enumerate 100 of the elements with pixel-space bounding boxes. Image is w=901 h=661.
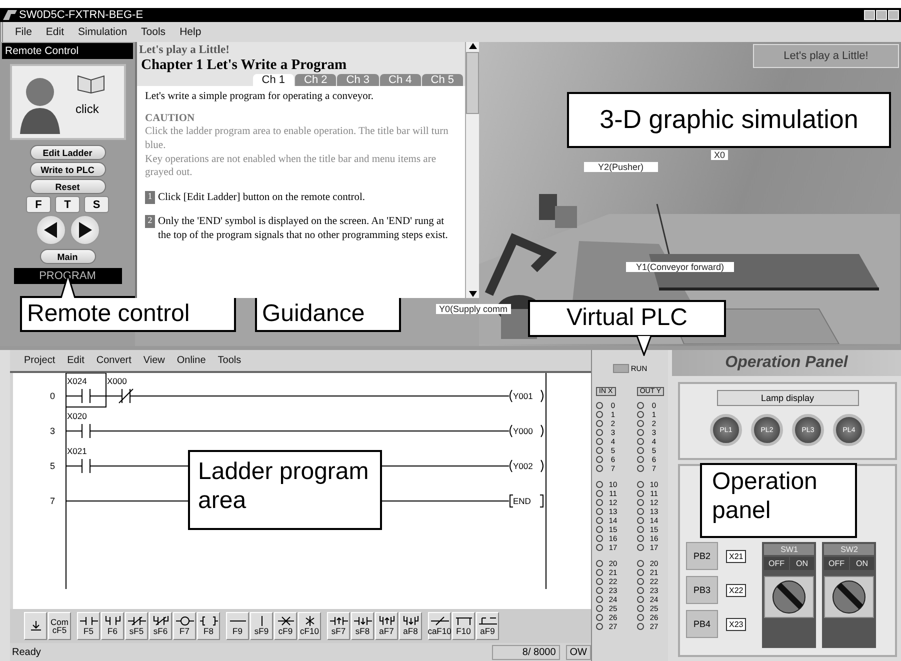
output-led-icon: [637, 447, 644, 454]
toolbar-button[interactable]: caF10: [428, 612, 451, 640]
mode-key[interactable]: F: [26, 196, 51, 213]
menu-item[interactable]: View: [143, 355, 165, 366]
menu-item[interactable]: Simulation: [78, 26, 128, 38]
input-led-icon: [596, 490, 603, 497]
callout-pointer: [636, 336, 652, 356]
menu-item[interactable]: Edit: [46, 26, 64, 38]
output-led-icon: [637, 490, 644, 497]
mode-key[interactable]: S: [84, 196, 109, 213]
output-led-icon: [637, 605, 644, 612]
output-led-icon: [637, 420, 644, 427]
switch-label: SW2: [824, 544, 874, 555]
coil-symbol: [510, 460, 544, 472]
chapter-tab[interactable]: Ch 1: [252, 74, 294, 86]
ladder-symbol-icon[interactable]: [176, 616, 194, 626]
ladder-symbol-icon[interactable]: [402, 616, 420, 626]
menu-item[interactable]: Convert: [96, 355, 132, 366]
ladder-symbol-icon[interactable]: [104, 616, 122, 626]
address-label: X21: [726, 550, 746, 562]
input-led-icon: [596, 429, 603, 436]
toolbar-button[interactable]: sF8: [351, 612, 374, 640]
open-contact-symbol[interactable]: [82, 458, 90, 474]
ladder-symbol-icon[interactable]: [354, 616, 372, 626]
caution-text: Click the ladder program area to enable operation. The title bar will turn blue.: [145, 125, 450, 153]
ladder-symbol-icon[interactable]: [152, 616, 170, 626]
push-button[interactable]: PB4: [686, 610, 718, 638]
run-lamp-icon: [612, 364, 629, 373]
caution-heading: CAUTION: [145, 112, 196, 126]
contact-label: X020: [67, 411, 87, 421]
selector-switch[interactable]: SW1 OFF ON: [762, 542, 816, 648]
guidance-text: Let's write a simple program for operating a conveyor.: [145, 90, 374, 104]
menu-item[interactable]: Project: [24, 355, 56, 366]
toolbar-button[interactable]: F10: [452, 612, 475, 640]
toolbar-button[interactable]: aF7: [375, 612, 398, 640]
address-label: X23: [726, 618, 746, 630]
scroll-down-icon[interactable]: [468, 290, 478, 298]
toolbar-button[interactable]: cF10: [298, 612, 321, 640]
menu-item[interactable]: Online: [176, 355, 206, 366]
push-button[interactable]: PB3: [686, 576, 718, 604]
ladder-symbol-icon[interactable]: [378, 616, 396, 626]
device-label: X0: [711, 150, 728, 160]
remote-button[interactable]: Edit Ladder: [30, 145, 106, 160]
selector-switch[interactable]: SW2 OFF ON: [822, 542, 876, 648]
closed-contact-symbol[interactable]: [118, 388, 134, 404]
toolbar-button[interactable]: [24, 612, 47, 640]
mode-key[interactable]: T: [55, 196, 80, 213]
output-led-icon: [637, 614, 644, 621]
toolbar-button[interactable]: F5: [77, 612, 100, 640]
window-title: SW0D5C-FXTRN-BEG-E: [19, 9, 144, 21]
push-button[interactable]: PB2: [686, 542, 718, 570]
toolbar-button[interactable]: sF6: [149, 612, 172, 640]
output-led-icon: [637, 526, 644, 533]
ladder-symbol-icon[interactable]: [80, 616, 98, 626]
input-led-icon: [596, 569, 603, 576]
input-led-icon: [596, 517, 603, 524]
ladder-symbol-icon[interactable]: [330, 616, 348, 626]
open-contact-symbol[interactable]: [82, 424, 90, 438]
rotary-knob-icon[interactable]: [831, 579, 868, 615]
ladder-symbol-icon[interactable]: [430, 616, 448, 626]
toolbar-button[interactable]: F8: [197, 612, 220, 640]
menu-item[interactable]: Help: [180, 26, 202, 38]
toolbar-button[interactable]: Com cF5: [48, 612, 71, 640]
ladder-symbol-icon[interactable]: [200, 616, 218, 626]
main-button[interactable]: Main: [40, 249, 96, 264]
next-button[interactable]: [70, 215, 100, 245]
output-led-icon: [637, 535, 644, 542]
toolbar-button[interactable]: sF9: [250, 612, 273, 640]
vertical-scrollbar[interactable]: [465, 42, 479, 298]
output-led-icon: [637, 465, 644, 472]
toolbar-button[interactable]: cF9: [274, 612, 297, 640]
remote-button[interactable]: Reset: [30, 179, 106, 194]
rotary-knob-icon[interactable]: [771, 579, 808, 615]
device-label: Y1(Conveyor forward): [626, 262, 734, 272]
previous-button[interactable]: [36, 215, 66, 245]
toolbar-button[interactable]: F9: [226, 612, 249, 640]
ladder-symbol-icon[interactable]: [454, 616, 472, 626]
left-triangle-icon[interactable]: [44, 222, 58, 238]
scroll-thumb[interactable]: [466, 52, 479, 114]
menu-item[interactable]: Edit: [67, 355, 84, 366]
toolbar-button[interactable]: aF8: [399, 612, 422, 640]
toolbar-button[interactable]: F6: [101, 612, 124, 640]
input-led-icon: [596, 508, 603, 515]
right-triangle-icon[interactable]: [78, 222, 92, 238]
toolbar-button[interactable]: sF7: [327, 612, 350, 640]
ladder-symbol-icon[interactable]: [276, 616, 294, 626]
remote-button[interactable]: Write to PLC: [30, 162, 106, 177]
toolbar-button[interactable]: F7: [173, 612, 196, 640]
menu-item[interactable]: Tools: [141, 26, 166, 38]
step-number: 2: [145, 215, 155, 228]
ladder-symbol-icon[interactable]: [478, 616, 496, 626]
toolbar-button[interactable]: aF9: [476, 612, 499, 640]
menu-item[interactable]: File: [15, 26, 32, 38]
ladder-symbol-icon[interactable]: [128, 616, 146, 626]
toolbar-button[interactable]: sF5: [125, 612, 148, 640]
callout-tooltip: Guidance: [255, 296, 401, 332]
off-label: OFF: [764, 557, 789, 570]
open-contact-symbol[interactable]: [66, 373, 106, 408]
menu-item[interactable]: Tools: [218, 355, 242, 366]
step-count: 8/ 8000: [492, 644, 560, 660]
